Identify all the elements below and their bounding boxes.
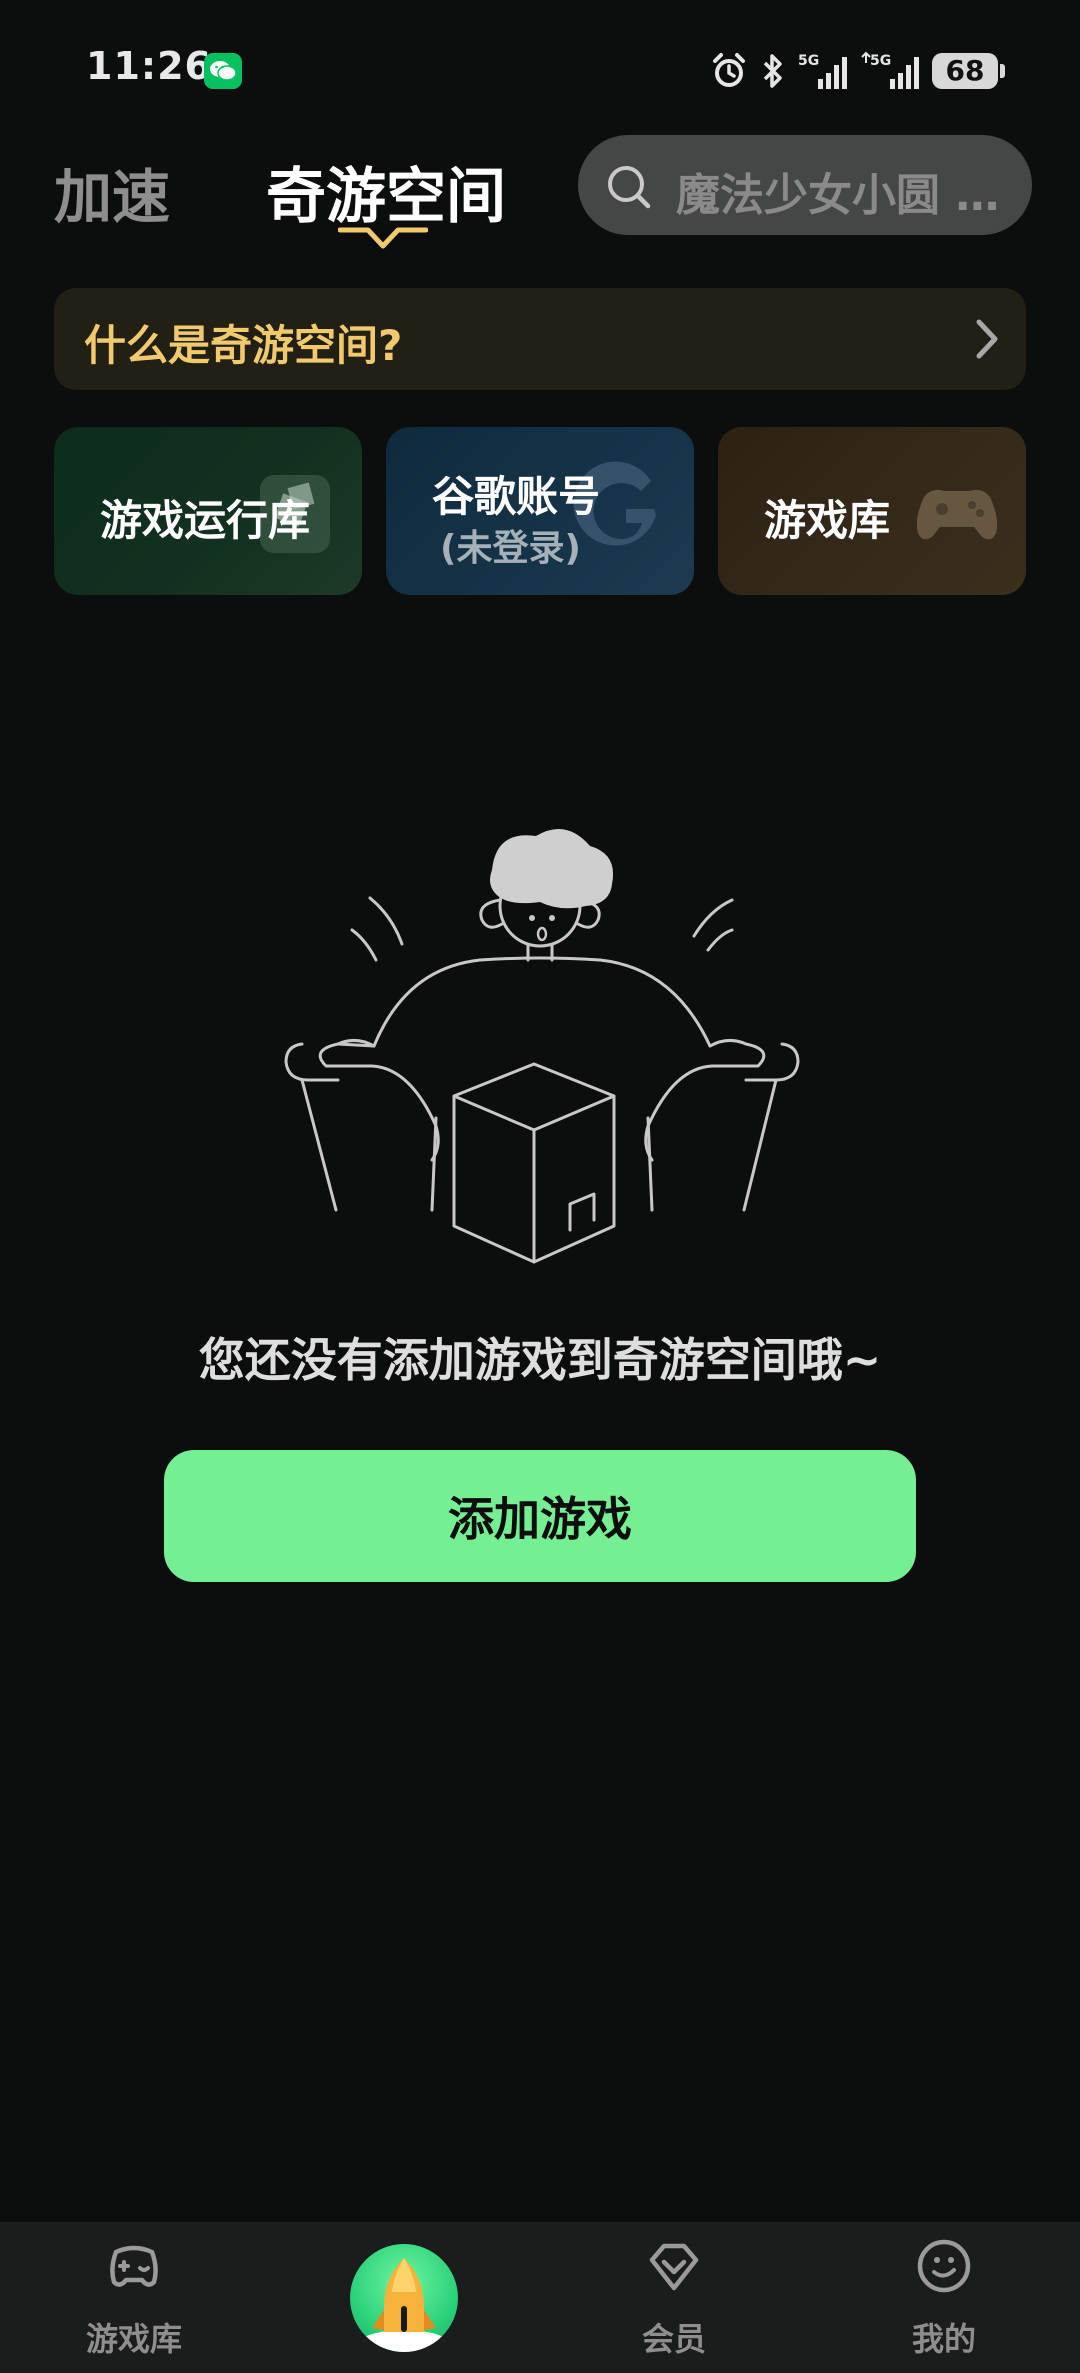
nav-mine-label: 我的 [911,2320,976,2358]
nav-game-library[interactable]: 游戏库 [54,2236,214,2366]
nav-game-library-label: 游戏库 [85,2320,182,2358]
status-bar: 11:26 5G 5G 68 [0,0,1080,120]
battery-indicator: 68 [932,53,1005,89]
search-icon [608,166,651,209]
alarm-icon [713,53,745,87]
smiley-icon [917,2239,971,2293]
search-input[interactable]: 魔法少女小圆 M... [578,135,1032,235]
rocket-icon [354,2258,454,2352]
card-google-account[interactable]: 谷歌账号 (未登录) [386,427,694,595]
bluetooth-icon [763,54,782,88]
intro-banner-label: 什么是奇游空间? [84,321,403,370]
add-game-button-label: 添加游戏 [448,1493,632,1545]
nav-member-label: 会员 [641,2320,706,2358]
nav-member[interactable]: 会员 [594,2236,754,2366]
empty-state-message: 您还没有添加游戏到奇游空间哦~ [198,1333,882,1387]
nav-boost-rocket[interactable] [350,2244,458,2352]
bottom-nav: 游戏库 会员 我的 [0,2222,1080,2373]
game-controller-icon [110,2245,158,2287]
card-google-account-status: (未登录) [440,528,581,569]
add-game-button[interactable]: 添加游戏 [164,1450,916,1582]
svg-text:5G: 5G [798,53,819,69]
search-placeholder: 魔法少女小圆 M... [676,170,1016,221]
card-game-runtime-label: 游戏运行库 [100,496,311,545]
card-game-library-label: 游戏库 [764,496,891,545]
active-tab-indicator [338,227,428,249]
status-time: 11:26 [86,44,212,88]
tab-qiyou-space[interactable]: 奇游空间 [266,148,506,235]
empty-state-illustration [284,828,800,1264]
status-icons: 5G 5G 68 [710,48,1005,94]
tab-speed[interactable]: 加速 [54,150,170,234]
signal-5g-icon: 5G [798,53,847,89]
card-game-runtime[interactable]: 游戏运行库 [54,427,362,595]
card-game-library[interactable]: 游戏库 [718,427,1026,595]
nav-mine[interactable]: 我的 [864,2236,1024,2366]
svg-text:5G: 5G [870,53,891,69]
wechat-icon [204,53,242,89]
what-is-qiyou-space-banner[interactable]: 什么是奇游空间? [54,288,1026,390]
chevron-right-icon [976,319,998,359]
diamond-icon [649,2243,699,2291]
signal-5g-icon: 5G [861,51,919,89]
gamepad-icon [916,489,998,540]
card-google-account-label: 谷歌账号 [432,472,601,521]
